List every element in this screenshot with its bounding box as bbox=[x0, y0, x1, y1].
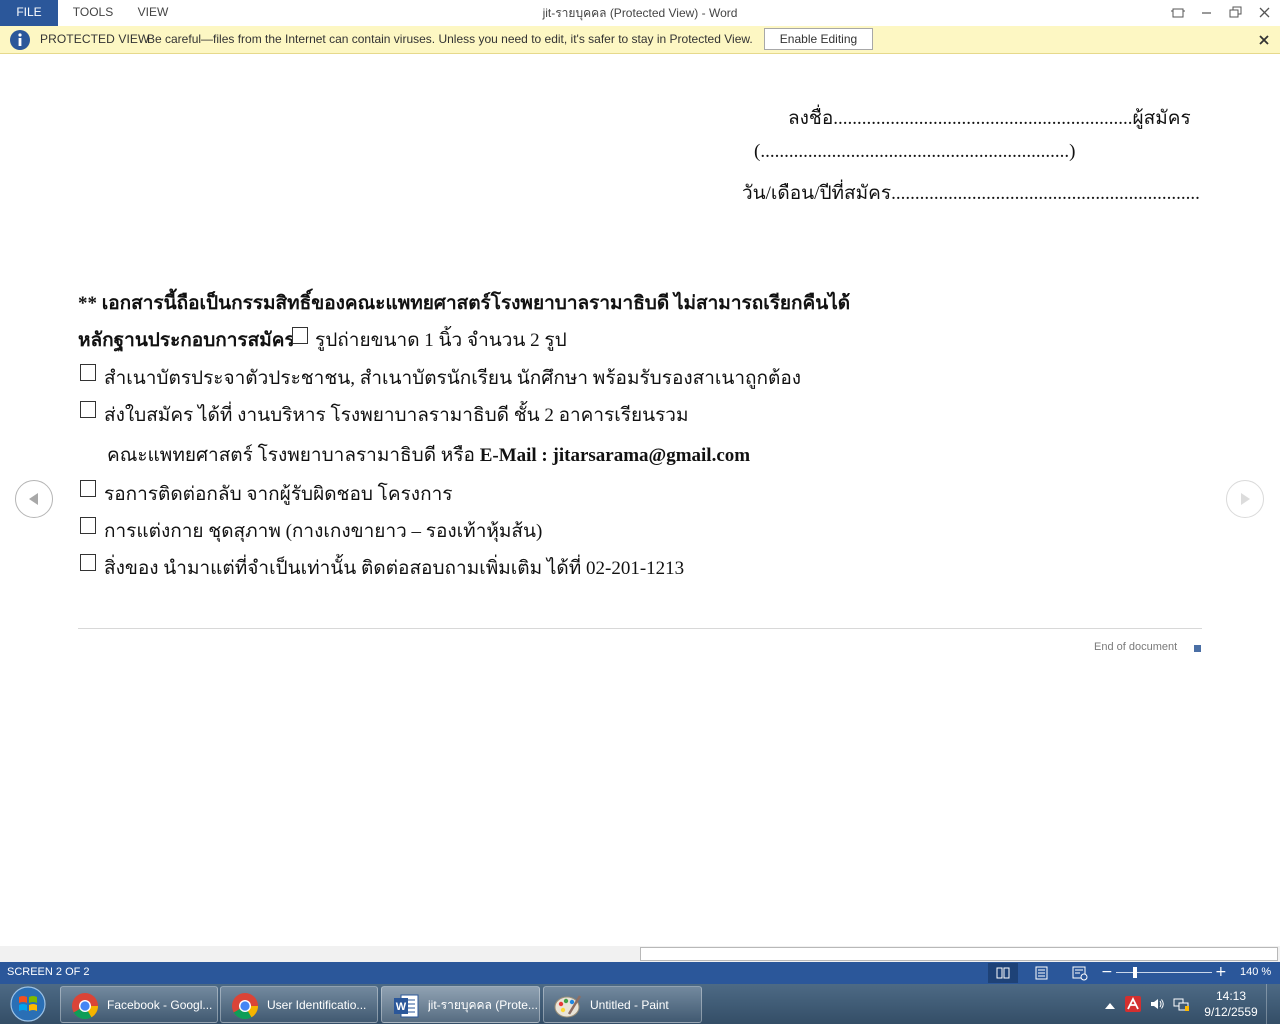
zoom-slider-thumb[interactable] bbox=[1133, 967, 1137, 978]
submit-text: ส่งใบสมัคร ได้ที่ งานบริหาร โรงพยาบาลราม… bbox=[104, 405, 689, 426]
taskbar-item-user-identification[interactable]: User Identificatio... bbox=[220, 986, 378, 1023]
submit-checkbox[interactable] bbox=[80, 401, 96, 418]
end-of-document-marker bbox=[1194, 645, 1201, 652]
next-screen-button[interactable] bbox=[1226, 480, 1264, 518]
volume-icon[interactable] bbox=[1149, 996, 1165, 1012]
zoom-out-button[interactable]: − bbox=[1101, 962, 1113, 983]
email-text: E-Mail : jitarsarama@gmail.com bbox=[479, 445, 751, 466]
id-copy-text: สำเนาบัตรประจาตัวประชาชน, สำเนาบัตรนักเร… bbox=[104, 368, 802, 389]
title-bar: FILE TOOLS VIEW jit-รายบุคคล (Protected … bbox=[0, 0, 1280, 26]
tools-tab[interactable]: TOOLS bbox=[62, 0, 124, 26]
restore-icon bbox=[1229, 6, 1242, 18]
end-divider bbox=[78, 628, 1202, 629]
contact-wait-text: รอการติดต่อกลับ จากผู้รับผิดชอบ โครงการ bbox=[104, 484, 453, 505]
id-copy-checkbox[interactable] bbox=[80, 364, 96, 381]
status-bar: SCREEN 2 OF 2 − + 140 % bbox=[0, 962, 1280, 984]
evidence-heading: หลักฐานประกอบการสมัคร bbox=[78, 330, 295, 351]
submit-faculty-text: คณะแพทยศาสตร์ โรงพยาบาลรามาธิบดี หรือ bbox=[107, 445, 475, 466]
taskbar-item-paint[interactable]: Untitled - Paint bbox=[543, 986, 702, 1023]
taskbar-item-label: Facebook - Googl... bbox=[107, 998, 213, 1012]
avira-icon[interactable] bbox=[1125, 996, 1141, 1012]
info-icon bbox=[10, 30, 30, 50]
clock-time[interactable]: 14:13 bbox=[1200, 989, 1262, 1003]
paint-icon bbox=[554, 995, 582, 1018]
protected-view-bar: PROTECTED VIEW Be careful—files from the… bbox=[0, 26, 1280, 54]
date-line: วัน/เดือน/ปีที่สมัคร....................… bbox=[742, 183, 1200, 204]
copyright-note: ** เอกสารนี้ถือเป็นกรรมสิทธิ์ของคณะแพทยศ… bbox=[78, 293, 851, 314]
screen-indicator: SCREEN 2 OF 2 bbox=[7, 966, 90, 978]
svg-text:W: W bbox=[396, 1001, 407, 1013]
document-page: ลงชื่อ..................................… bbox=[0, 55, 1280, 945]
signature-line: ลงชื่อ..................................… bbox=[788, 108, 1191, 129]
full-screen-icon bbox=[1171, 8, 1185, 18]
taskbar-item-facebook[interactable]: Facebook - Googl... bbox=[60, 986, 218, 1023]
chrome-icon bbox=[232, 993, 259, 1020]
close-icon bbox=[1259, 7, 1270, 18]
windows-start-icon bbox=[10, 986, 46, 1022]
read-mode-button[interactable] bbox=[988, 963, 1018, 983]
contact-wait-checkbox[interactable] bbox=[80, 480, 96, 497]
chevron-right-icon bbox=[1241, 493, 1250, 505]
horizontal-scrollbar-thumb[interactable] bbox=[640, 947, 1278, 961]
view-tab[interactable]: VIEW bbox=[126, 0, 180, 26]
zoom-percentage[interactable]: 140 % bbox=[1240, 962, 1271, 983]
clock-date[interactable]: 9/12/2559 bbox=[1200, 1005, 1262, 1019]
enable-editing-button[interactable]: Enable Editing bbox=[764, 28, 873, 50]
photo-checkbox[interactable] bbox=[292, 327, 308, 344]
show-desktop-button[interactable] bbox=[1266, 984, 1280, 1024]
taskbar-item-label: jit-รายบุคคล (Prote... bbox=[428, 998, 538, 1012]
zoom-in-button[interactable]: + bbox=[1215, 962, 1227, 983]
previous-screen-button[interactable] bbox=[15, 480, 53, 518]
zoom-slider[interactable] bbox=[1116, 972, 1212, 973]
taskbar: Facebook - Googl... User Identificatio..… bbox=[0, 984, 1280, 1024]
book-icon bbox=[996, 967, 1010, 979]
window-title: jit-รายบุคคล (Protected View) - Word bbox=[542, 6, 738, 20]
protected-view-message: Be careful—files from the Internet can c… bbox=[147, 32, 753, 46]
chrome-icon bbox=[72, 993, 99, 1020]
page-icon bbox=[1035, 966, 1048, 980]
dress-checkbox[interactable] bbox=[80, 517, 96, 534]
file-tab[interactable]: FILE bbox=[0, 0, 58, 26]
word-icon: W bbox=[394, 994, 419, 1018]
belongings-checkbox[interactable] bbox=[80, 554, 96, 571]
taskbar-item-word[interactable]: W jit-รายบุคคล (Prote... bbox=[381, 986, 540, 1023]
restore-button[interactable] bbox=[1225, 3, 1247, 23]
close-icon[interactable] bbox=[1256, 32, 1272, 48]
show-hidden-icons-icon[interactable] bbox=[1102, 998, 1118, 1014]
taskbar-item-label: Untitled - Paint bbox=[590, 998, 669, 1012]
protected-view-title: PROTECTED VIEW bbox=[40, 32, 150, 46]
web-layout-button[interactable] bbox=[1065, 963, 1095, 983]
minimize-button[interactable] bbox=[1196, 3, 1218, 23]
name-line: (.......................................… bbox=[754, 141, 1076, 162]
close-window-button[interactable] bbox=[1254, 3, 1276, 23]
belongings-text: สิ่งของ นำมาแต่ที่จำเป็นเท่านั้น ติดต่อส… bbox=[104, 558, 685, 579]
web-layout-icon bbox=[1072, 966, 1088, 981]
evidence-photo-text: รูปถ่ายขนาด 1 นิ้ว จำนวน 2 รูป bbox=[315, 330, 567, 351]
chevron-left-icon bbox=[29, 493, 38, 505]
network-icon[interactable] bbox=[1173, 996, 1189, 1012]
start-button[interactable] bbox=[4, 984, 48, 1024]
submit-continuation-text: คณะแพทยศาสตร์ โรงพยาบาลรามาธิบดี หรือ E-… bbox=[107, 440, 750, 470]
taskbar-item-label: User Identificatio... bbox=[267, 998, 367, 1012]
dress-text: การแต่งกาย ชุดสุภาพ (กางเกงขายาว – รองเท… bbox=[104, 521, 543, 542]
end-of-document-label: End of document bbox=[1094, 641, 1178, 653]
print-layout-button[interactable] bbox=[1027, 963, 1057, 983]
full-screen-button[interactable] bbox=[1167, 3, 1189, 23]
minimize-icon bbox=[1202, 12, 1211, 14]
